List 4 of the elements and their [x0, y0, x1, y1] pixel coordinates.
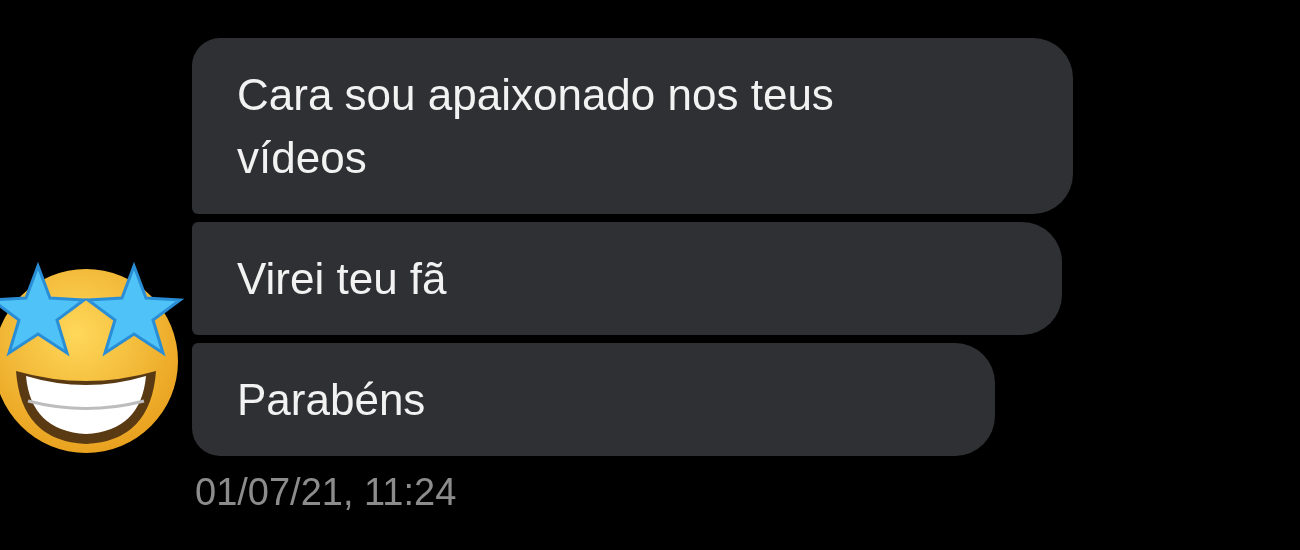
- message-timestamp: 01/07/21, 11:24: [195, 471, 457, 513]
- message-bubble: Cara sou apaixonado nos teus vídeos: [192, 38, 1073, 214]
- message-bubble: Parabéns: [192, 343, 995, 456]
- message-bubble: Virei teu fã: [192, 222, 1062, 335]
